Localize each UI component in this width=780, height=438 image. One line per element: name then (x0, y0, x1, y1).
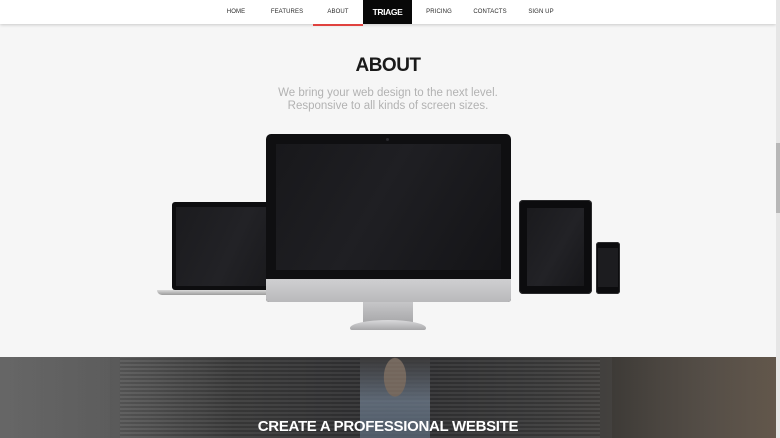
nav-pricing[interactable]: PRICING (424, 0, 454, 24)
hero-title: CREATE A PROFESSIONAL WEBSITE (257, 418, 519, 435)
nav-about[interactable]: ABOUT (313, 0, 363, 26)
page: HOME FEATURES ABOUT TRIAGE PRICING CONTA… (0, 0, 780, 438)
laptop-base (157, 290, 273, 295)
phone-illustration (596, 242, 620, 294)
devices-illustration (0, 0, 776, 357)
nav-home[interactable]: HOME (222, 0, 250, 24)
nav-contacts[interactable]: CONTACTS (472, 0, 508, 24)
desktop-stand-foot (350, 320, 426, 330)
page-scrollbar[interactable] (776, 0, 780, 438)
nav-sign-up[interactable]: SIGN UP (526, 0, 556, 24)
top-navbar: HOME FEATURES ABOUT TRIAGE PRICING CONTA… (0, 0, 776, 26)
nav-features[interactable]: FEATURES (270, 0, 304, 24)
laptop-illustration (172, 202, 270, 290)
desktop-monitor-illustration (266, 134, 511, 302)
tablet-illustration (519, 200, 592, 294)
brand-logo[interactable]: TRIAGE (363, 0, 412, 24)
scrollbar-thumb[interactable] (776, 143, 780, 213)
desktop-stand (363, 302, 413, 322)
